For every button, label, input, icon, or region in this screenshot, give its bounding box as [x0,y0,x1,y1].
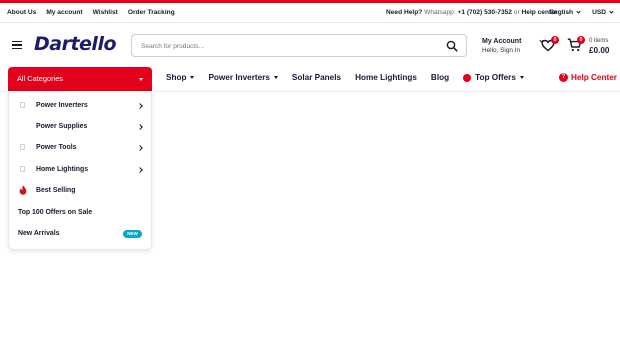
language-value: English [549,9,574,16]
top-links: About Us My account Wishlist Order Track… [7,9,175,16]
wishlist-link[interactable]: Wishlist [93,9,118,16]
category-item-best-selling[interactable]: Best Selling [9,180,153,201]
nav-label: Shop [166,73,187,82]
currency-selector[interactable]: USD [592,9,614,16]
nav-label: Blog [430,73,450,82]
nav-item-top-offers[interactable]: Top Offers [463,73,524,82]
language-currency: English USD [549,9,614,16]
caret-down-icon [139,78,143,81]
chevron-down-icon [576,9,581,14]
nav-label: Home Lightings [355,73,417,82]
help-center-link[interactable]: ? Help Center [559,73,617,82]
chevron-right-icon [137,103,143,109]
top-bar: About Us My account Wishlist Order Track… [0,3,620,23]
category-label: Top 100 Offers on Sale [18,209,93,216]
my-account-link[interactable]: My account [46,9,82,16]
cart-items-count: 0 items [589,38,609,44]
account-title: My Account [482,38,522,45]
chevron-down-icon [609,9,614,14]
order-tracking-link[interactable]: Order Tracking [128,9,175,16]
help-icon: ? [559,73,568,82]
category-dropdown: Power Inverters Power Supplies Power Too… [8,91,152,250]
search-icon[interactable] [446,40,458,52]
hamburger-menu-icon[interactable] [12,41,22,49]
need-help-label: Need Help? [386,9,423,16]
nav-item-power-inverters[interactable]: Power Inverters [208,73,278,82]
cart-count-badge: 0 [577,36,585,44]
need-help-info: Need Help? Whatsapp: +1 (702) 530-7352 o… [386,9,557,16]
box-icon [20,102,25,108]
fire-icon [463,73,472,82]
main-nav: Shop Power Inverters Solar Panels Home L… [166,73,524,82]
wishlist-count-badge: 0 [551,36,559,44]
nav-item-shop[interactable]: Shop [166,73,195,82]
help-center-label: Help Center [571,73,617,82]
chevron-right-icon [137,145,143,151]
category-item-power-supplies[interactable]: Power Supplies [9,116,153,137]
or-text: or [513,9,520,16]
flame-icon [19,185,27,195]
caret-down-icon [273,76,278,79]
chevron-right-icon [137,124,143,130]
all-categories-label: All Categories [17,74,64,83]
caret-down-icon [190,76,195,79]
search-bar [131,34,467,57]
site-logo[interactable]: Dartello [34,33,117,55]
account-menu[interactable]: My Account Hello, Sign In [482,37,544,55]
box-icon [20,166,25,172]
nav-label: Power Inverters [208,73,270,82]
box-icon [20,144,25,150]
category-label: New Arrivals [18,230,60,237]
nav-item-blog[interactable]: Blog [431,73,449,82]
cart-total: £0.00 [589,46,610,55]
nav-item-solar-panels[interactable]: Solar Panels [292,73,341,82]
category-item-top-100-offers[interactable]: Top 100 Offers on Sale [9,202,153,223]
new-badge: NEW [123,230,142,238]
category-label: Power Inverters [36,102,88,109]
category-label: Best Selling [36,187,76,194]
category-label: Home Lightings [36,166,89,173]
whatsapp-label: Whatsapp: [424,9,456,16]
nav-label: Top Offers [475,73,516,82]
chevron-right-icon [137,167,143,173]
about-us-link[interactable]: About Us [7,9,36,16]
category-label: Power Supplies [36,123,88,130]
nav-item-home-lightings[interactable]: Home Lightings [355,73,417,82]
category-item-power-tools[interactable]: Power Tools [9,137,153,158]
whatsapp-phone-link[interactable]: +1 (702) 530-7352 [458,9,512,16]
language-selector[interactable]: English [549,9,581,16]
search-input[interactable] [141,40,431,52]
account-subtitle: Hello, Sign In [482,47,521,54]
nav-label: Solar Panels [291,73,342,82]
currency-value: USD [592,9,606,16]
category-label: Power Tools [36,144,77,151]
cart-summary[interactable]: 0 items £0.00 [589,37,610,55]
category-item-home-lightings[interactable]: Home Lightings [9,159,153,180]
all-categories-button[interactable]: All Categories [8,67,152,91]
caret-down-icon [519,76,524,79]
category-item-new-arrivals[interactable]: New Arrivals NEW [9,223,153,244]
category-item-power-inverters[interactable]: Power Inverters [9,95,153,116]
